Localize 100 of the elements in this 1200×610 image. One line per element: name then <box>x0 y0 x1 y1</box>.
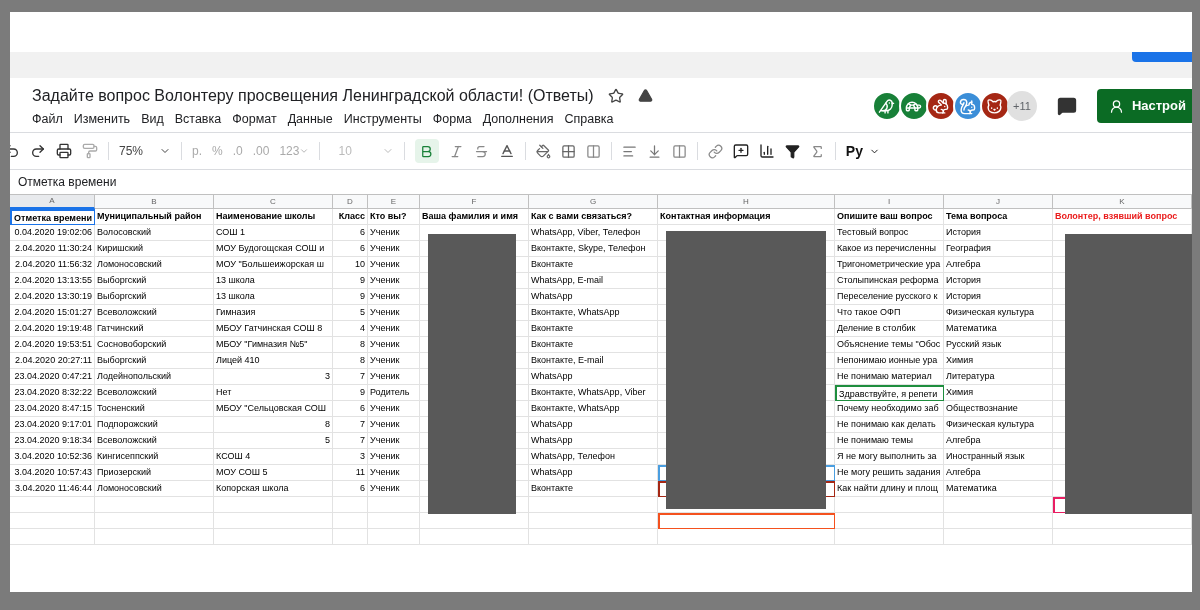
zoom-select[interactable]: 75% <box>119 142 172 160</box>
table-cell: Ученик <box>368 417 420 433</box>
fill-color-icon[interactable] <box>535 143 551 159</box>
column-header[interactable]: D <box>333 195 368 209</box>
menu-item[interactable]: Вид <box>141 109 164 129</box>
column-header[interactable]: K <box>1053 195 1192 209</box>
table-cell: WhatsApp, Телефон <box>529 449 658 465</box>
input-tools-button[interactable]: Ру <box>845 140 880 162</box>
table-cell: Волосовский <box>95 225 214 241</box>
table-cell: Выборгский <box>95 289 214 305</box>
table-cell: Ученик <box>368 273 420 289</box>
text-color-icon[interactable] <box>498 143 515 159</box>
table-cell: 2.04.2020 11:30:24 <box>10 241 95 257</box>
redo-icon[interactable] <box>30 143 46 159</box>
document-title[interactable]: Задайте вопрос Волонтеру просвещения Ленинградской области! (Ответы) <box>32 83 594 108</box>
star-icon[interactable] <box>607 87 624 104</box>
table-cell: Не понимаю темы <box>835 433 944 449</box>
table-cell: Вконтакте <box>529 321 658 337</box>
table-cell: 8 <box>333 337 368 353</box>
triangle-icon[interactable] <box>637 88 653 104</box>
table-cell: История <box>944 225 1053 241</box>
table-cell: Физическая культура <box>944 305 1053 321</box>
table-cell: МОУ "Большеижорская ш <box>214 257 333 273</box>
comments-icon[interactable] <box>1056 96 1077 116</box>
menu-item[interactable]: Справка <box>564 109 614 129</box>
table-cell: 2.04.2020 13:30:19 <box>10 289 95 305</box>
strikethrough-icon[interactable] <box>473 143 489 159</box>
formula-bar[interactable]: Отметка времени <box>18 173 117 191</box>
print-icon[interactable] <box>56 143 72 159</box>
column-heading: Ваша фамилия и имя <box>420 209 529 225</box>
table-cell: Химия <box>944 385 1053 401</box>
column-header[interactable]: F <box>420 195 529 209</box>
menu-item[interactable]: Дополнения <box>482 109 554 129</box>
column-header[interactable]: A <box>10 195 95 209</box>
table-cell: 5 <box>214 433 333 449</box>
text-wrap-icon[interactable] <box>671 143 687 159</box>
table-cell: Приозерский <box>95 465 214 481</box>
chart-icon[interactable] <box>758 143 775 159</box>
more-collaborators[interactable]: +11 <box>1006 91 1037 121</box>
column-header[interactable]: B <box>95 195 214 209</box>
table-cell: WhatsApp, E-mail <box>529 273 658 289</box>
column-header[interactable]: H <box>658 195 835 209</box>
table-cell: Ломоносовский <box>95 481 214 497</box>
merge-cells-icon[interactable] <box>585 143 601 159</box>
table-cell: Столыпинская реформа <box>835 273 944 289</box>
column-header[interactable]: J <box>944 195 1053 209</box>
table-cell: Ученик <box>368 289 420 305</box>
align-icon[interactable] <box>621 143 637 159</box>
table-cell: Ученик <box>368 481 420 497</box>
share-button[interactable]: Настрой <box>1096 89 1192 123</box>
table-cell: История <box>944 273 1053 289</box>
table-cell: 23.04.2020 0:47:21 <box>10 369 95 385</box>
table-cell: Тригонометрические ура <box>835 257 944 273</box>
menu-item[interactable]: Вставка <box>174 109 222 129</box>
filter-icon[interactable] <box>784 143 800 159</box>
table-cell: Родитель <box>368 385 420 401</box>
bold-button[interactable] <box>414 139 439 163</box>
table-cell: МБОУ Гатчинская СОШ 8 <box>214 321 333 337</box>
table-cell: Ученик <box>368 433 420 449</box>
table-cell: 3 <box>333 449 368 465</box>
table-cell: 6 <box>333 481 368 497</box>
empty-cell <box>368 529 420 545</box>
table-cell: 0.04.2020 19:02:06 <box>10 225 95 241</box>
table-cell: 2.04.2020 20:27:11 <box>10 353 95 369</box>
menu-item[interactable]: Формат <box>232 109 277 129</box>
menu-item[interactable]: Данные <box>287 109 333 129</box>
table-cell: 11 <box>333 465 368 481</box>
table-cell: История <box>944 289 1053 305</box>
table-cell: 9 <box>333 289 368 305</box>
table-cell: 23.04.2020 9:18:34 <box>10 433 95 449</box>
italic-icon[interactable] <box>448 143 464 159</box>
table-cell: 4 <box>333 321 368 337</box>
column-heading: Отметка времени <box>10 209 95 225</box>
table-cell: Вконтакте, E-mail <box>529 353 658 369</box>
table-cell: WhatsApp <box>529 289 658 305</box>
table-cell: Киришский <box>95 241 214 257</box>
link-icon[interactable] <box>707 143 723 159</box>
column-heading: Тема вопроса <box>944 209 1053 225</box>
column-header[interactable]: E <box>368 195 420 209</box>
table-cell: 3.04.2020 10:57:43 <box>10 465 95 481</box>
empty-cell <box>333 529 368 545</box>
menu-item[interactable]: Инструменты <box>343 109 422 129</box>
column-header[interactable]: I <box>835 195 944 209</box>
table-cell: Здравствуйте, я репети <box>835 385 944 401</box>
table-cell: Не могу решить задания <box>835 465 944 481</box>
column-heading: Класс <box>333 209 368 225</box>
table-cell: 8 <box>333 353 368 369</box>
table-cell: Тосненский <box>95 401 214 417</box>
table-cell: Ломоносовский <box>95 257 214 273</box>
borders-icon[interactable] <box>560 143 576 159</box>
menu-item[interactable]: Изменить <box>73 109 131 129</box>
table-cell: 2.04.2020 11:56:32 <box>10 257 95 273</box>
table-cell: 5 <box>333 305 368 321</box>
table-cell: Математика <box>944 321 1053 337</box>
column-header[interactable]: C <box>214 195 333 209</box>
table-cell: Алгебра <box>944 465 1053 481</box>
add-comment-icon[interactable] <box>732 143 749 159</box>
column-header[interactable]: G <box>529 195 658 209</box>
menu-item[interactable]: Файл <box>32 109 63 129</box>
menu-item[interactable]: Форма <box>432 109 472 129</box>
